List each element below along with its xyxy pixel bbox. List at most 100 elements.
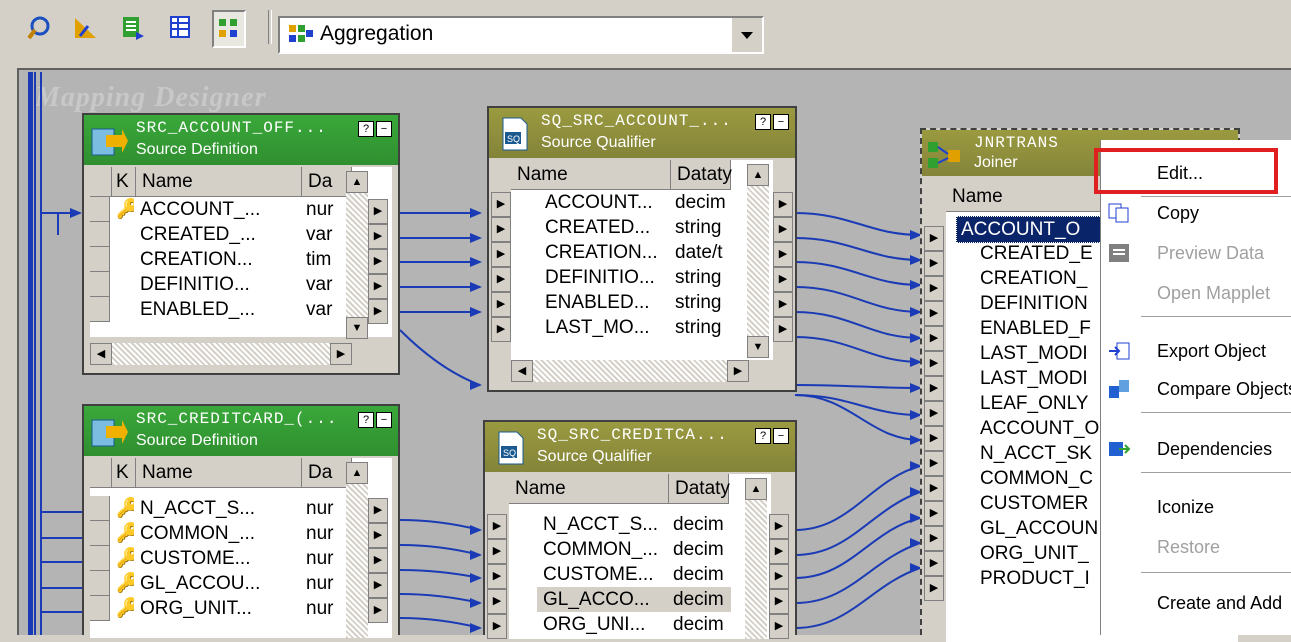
output-port-arrow[interactable]: ▶ xyxy=(769,589,789,614)
output-port-arrow[interactable]: ▶ xyxy=(769,564,789,589)
port-name[interactable]: LAST_MODI xyxy=(980,341,1120,366)
port-name[interactable]: LAST_MO... xyxy=(545,315,669,340)
scroll-down-button[interactable]: ▼ xyxy=(747,336,769,358)
scroll-up-button[interactable]: ▲ xyxy=(346,462,368,484)
input-port-arrow[interactable]: ▶ xyxy=(491,267,511,292)
menu-item-export-object[interactable]: Export Object xyxy=(1101,332,1291,370)
output-port-arrow[interactable]: ▶ xyxy=(773,192,793,217)
input-port-arrow[interactable]: ▶ xyxy=(487,539,507,564)
panel-minimize-button[interactable]: − xyxy=(376,121,392,137)
column-header-key[interactable]: K xyxy=(112,167,136,197)
output-port-arrow[interactable]: ▶ xyxy=(773,317,793,342)
port-name[interactable]: N_ACCT_S... xyxy=(140,496,300,521)
menu-item-create-and-add[interactable]: Create and Add xyxy=(1101,584,1291,622)
port-name[interactable]: DEFINITIO... xyxy=(545,265,669,290)
source-definition-creditcard[interactable]: SRC_CREDITCARD_(... Source Definition ? −… xyxy=(82,404,400,638)
scroll-left-button[interactable]: ◀ xyxy=(511,360,533,382)
port-name[interactable]: PRODUCT_I xyxy=(980,566,1120,591)
port-name[interactable]: ENABLED_... xyxy=(140,297,300,322)
input-port-arrow[interactable]: ▶ xyxy=(924,376,944,401)
port-name[interactable]: DEFINITIO... xyxy=(140,272,300,297)
scroll-up-button[interactable]: ▲ xyxy=(745,478,767,500)
port-name[interactable]: CREATION... xyxy=(140,247,300,272)
port-name[interactable]: LEAF_ONLY xyxy=(980,391,1120,416)
panel-minimize-button[interactable]: − xyxy=(376,412,392,428)
panel-restore-button[interactable]: ? xyxy=(755,114,771,130)
scroll-right-button[interactable]: ▶ xyxy=(727,360,749,382)
vertical-scrollbar[interactable] xyxy=(745,500,767,639)
menu-item-copy[interactable]: Copy xyxy=(1101,194,1291,232)
output-port-arrow[interactable]: ▶ xyxy=(773,267,793,292)
output-port-arrow[interactable]: ▶ xyxy=(368,249,388,274)
panel-restore-button[interactable]: ? xyxy=(358,412,374,428)
output-port-arrow[interactable]: ▶ xyxy=(368,274,388,299)
input-port-arrow[interactable]: ▶ xyxy=(924,551,944,576)
panel-minimize-button[interactable]: − xyxy=(773,114,789,130)
scroll-left-button[interactable]: ◀ xyxy=(90,343,112,365)
port-name[interactable]: ACCOUNT... xyxy=(545,190,669,215)
column-header-name[interactable]: Name xyxy=(136,458,302,488)
source-qualifier-account[interactable]: SQ SQ_SRC_ACCOUNT_... Source Qualifier ?… xyxy=(487,106,797,392)
panel-header[interactable]: SQ SQ_SRC_CREDITCA... Source Qualifier ?… xyxy=(485,422,795,472)
input-port-arrow[interactable]: ▶ xyxy=(924,276,944,301)
panel-restore-button[interactable]: ? xyxy=(358,121,374,137)
port-name[interactable]: LAST_MODI xyxy=(980,366,1120,391)
menu-item-restore[interactable]: Restore xyxy=(1101,528,1291,566)
scroll-up-button[interactable]: ▲ xyxy=(747,164,769,186)
port-name[interactable]: CUSTOMER xyxy=(980,491,1120,516)
column-header-name[interactable]: Name xyxy=(136,167,302,197)
output-port-arrow[interactable]: ▶ xyxy=(368,224,388,249)
input-port-arrow[interactable]: ▶ xyxy=(491,317,511,342)
input-port-arrow[interactable]: ▶ xyxy=(924,451,944,476)
source-qualifier-creditcard[interactable]: SQ SQ_SRC_CREDITCA... Source Qualifier ?… xyxy=(483,420,797,639)
panel-header[interactable]: SRC_CREDITCARD_(... Source Definition ? − xyxy=(84,406,398,456)
vertical-scrollbar[interactable] xyxy=(346,484,368,638)
scroll-right-button[interactable]: ▶ xyxy=(330,343,352,365)
input-port-arrow[interactable]: ▶ xyxy=(487,589,507,614)
input-port-arrow[interactable]: ▶ xyxy=(491,192,511,217)
input-port-arrow[interactable]: ▶ xyxy=(924,501,944,526)
output-port-arrow[interactable]: ▶ xyxy=(368,598,388,623)
input-port-arrow[interactable]: ▶ xyxy=(924,576,944,601)
input-port-arrow[interactable]: ▶ xyxy=(924,351,944,376)
output-port-arrow[interactable]: ▶ xyxy=(368,548,388,573)
horizontal-scrollbar[interactable]: ◀ ▶ xyxy=(511,360,749,382)
port-name[interactable]: N_ACCT_S... xyxy=(543,512,667,537)
column-header-name[interactable]: Name xyxy=(509,474,669,504)
output-port-arrow[interactable]: ▶ xyxy=(773,217,793,242)
horizontal-scrollbar[interactable]: ◀ ▶ xyxy=(90,343,352,365)
port-name[interactable]: CUSTOME... xyxy=(140,546,300,571)
port-name[interactable]: ORG_UNI... xyxy=(543,612,667,637)
port-name[interactable]: CREATION_ xyxy=(980,266,1120,291)
input-port-arrow[interactable]: ▶ xyxy=(924,426,944,451)
column-header-name[interactable]: Name xyxy=(511,160,671,190)
input-port-arrow[interactable]: ▶ xyxy=(924,226,944,251)
input-port-arrow[interactable]: ▶ xyxy=(924,301,944,326)
menu-item-dependencies[interactable]: Dependencies xyxy=(1101,430,1291,468)
panel-restore-button[interactable]: ? xyxy=(755,428,771,444)
input-port-arrow[interactable]: ▶ xyxy=(491,217,511,242)
port-name[interactable]: CREATION... xyxy=(545,240,669,265)
port-name[interactable]: ORG_UNIT... xyxy=(140,596,300,621)
output-port-arrow[interactable]: ▶ xyxy=(769,514,789,539)
port-name[interactable]: CREATED_E xyxy=(980,241,1120,266)
output-port-arrow[interactable]: ▶ xyxy=(769,614,789,639)
port-name[interactable]: COMMON_... xyxy=(140,521,300,546)
port-name[interactable]: ACCOUNT_... xyxy=(140,197,300,222)
output-port-arrow[interactable]: ▶ xyxy=(368,299,388,324)
panel-minimize-button[interactable]: − xyxy=(773,428,789,444)
input-port-arrow[interactable]: ▶ xyxy=(487,514,507,539)
output-port-arrow[interactable]: ▶ xyxy=(773,242,793,267)
port-name[interactable]: COMMON_... xyxy=(543,537,667,562)
column-header-datatype[interactable]: Da xyxy=(302,458,352,488)
input-port-arrow[interactable]: ▶ xyxy=(924,326,944,351)
menu-item-preview-data[interactable]: Preview Data xyxy=(1101,234,1291,272)
output-port-arrow[interactable]: ▶ xyxy=(368,573,388,598)
panel-header[interactable]: SRC_ACCOUNT_OFF... Source Definition ? − xyxy=(84,115,398,165)
port-name[interactable]: CREATED... xyxy=(545,215,669,240)
port-name[interactable]: DEFINITION xyxy=(980,291,1120,316)
port-name[interactable]: ORG_UNIT_ xyxy=(980,541,1120,566)
panel-header[interactable]: SQ SQ_SRC_ACCOUNT_... Source Qualifier ?… xyxy=(489,108,795,158)
input-port-arrow[interactable]: ▶ xyxy=(491,242,511,267)
column-header-key[interactable]: K xyxy=(112,458,136,488)
